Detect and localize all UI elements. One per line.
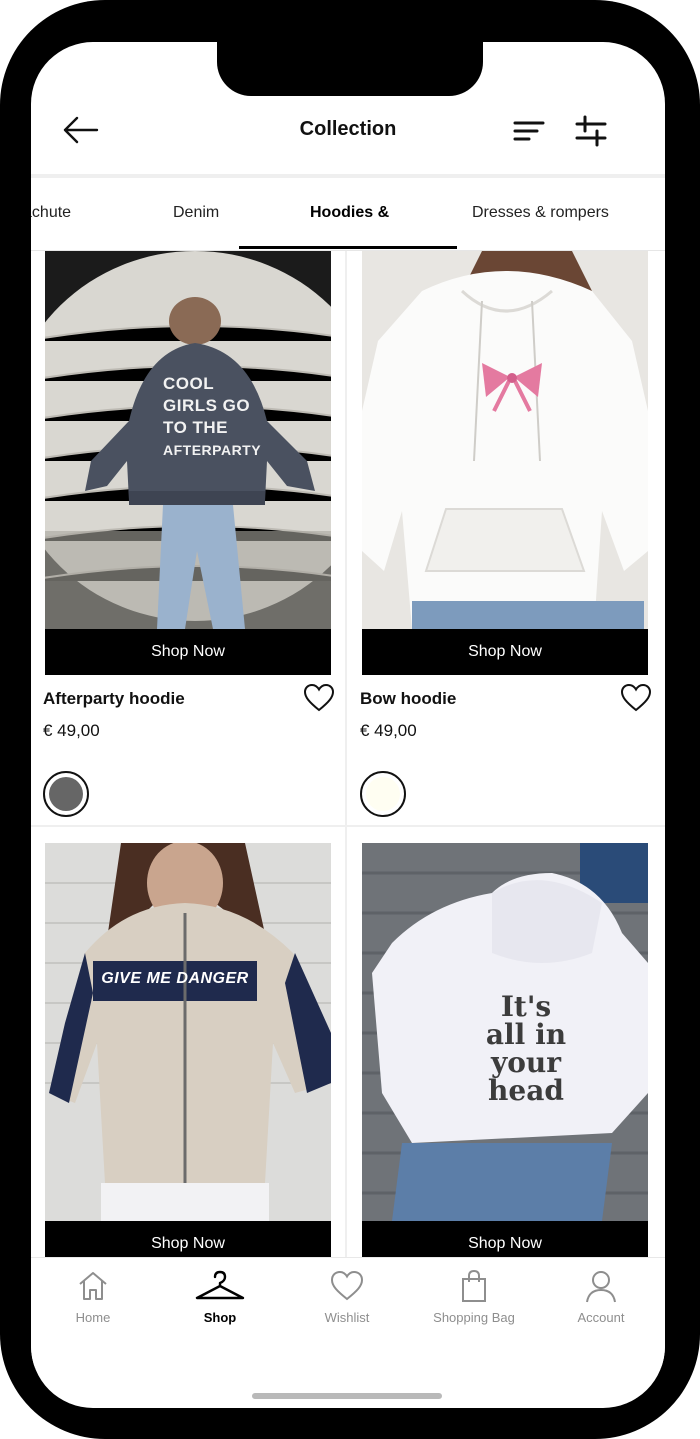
nav-label: Account bbox=[577, 1310, 625, 1325]
phone-frame: Collection & Parachute Denim bbox=[0, 0, 700, 1439]
product-image[interactable]: COOL GIRLS GO TO THE AFTERPARTY bbox=[45, 251, 331, 629]
filter-button[interactable] bbox=[573, 114, 609, 148]
print-text: all in bbox=[485, 1018, 567, 1051]
color-swatch[interactable] bbox=[360, 771, 406, 817]
heart-icon bbox=[330, 1270, 364, 1301]
category-tabs: & Parachute Denim Hoodies & Dresses & ro… bbox=[31, 178, 665, 250]
tab-label: Dresses & rompers bbox=[472, 204, 609, 221]
active-tab-indicator bbox=[239, 246, 457, 249]
tab-cargo-parachute[interactable]: & Parachute bbox=[31, 204, 71, 222]
screen: Collection & Parachute Denim bbox=[31, 42, 665, 1408]
print-text: GIVE ME DANGER bbox=[101, 970, 249, 987]
sliders-icon bbox=[575, 115, 607, 147]
product-price: € 49,00 bbox=[360, 721, 417, 740]
tab-label: & Parachute bbox=[31, 204, 72, 221]
user-icon bbox=[586, 1271, 616, 1303]
product-grid: COOL GIRLS GO TO THE AFTERPARTY Shop Now… bbox=[31, 251, 665, 1257]
heart-icon bbox=[620, 683, 652, 712]
product-image[interactable]: It's all in your head bbox=[362, 843, 648, 1221]
product-image[interactable]: GIVE ME DANGER bbox=[45, 843, 331, 1221]
hanger-icon bbox=[195, 1270, 245, 1300]
nav-item-shopping-bag[interactable]: Shopping Bag bbox=[414, 1268, 534, 1325]
shop-now-button[interactable]: Shop Now bbox=[45, 629, 331, 675]
print-text: GIRLS GO bbox=[163, 396, 251, 415]
shopping-bag-icon bbox=[462, 1269, 486, 1302]
print-text: your bbox=[490, 1046, 562, 1079]
wishlist-button[interactable] bbox=[620, 683, 652, 713]
product-price: € 49,00 bbox=[43, 721, 100, 740]
print-text: AFTERPARTY bbox=[163, 442, 262, 458]
tab-label: Denim bbox=[173, 204, 220, 221]
shop-now-button[interactable]: Shop Now bbox=[362, 629, 648, 675]
tab-denim[interactable]: Denim bbox=[173, 204, 219, 222]
home-icon bbox=[79, 1272, 107, 1300]
product-image[interactable] bbox=[362, 251, 648, 629]
swatch-color bbox=[49, 777, 83, 811]
nav-label: Home bbox=[75, 1310, 111, 1325]
nav-item-wishlist[interactable]: Wishlist bbox=[287, 1268, 407, 1325]
nav-label: Wishlist bbox=[324, 1310, 370, 1325]
print-text: head bbox=[488, 1074, 564, 1107]
tab-hoodies[interactable]: Hoodies & bbox=[310, 204, 389, 222]
nav-item-home[interactable]: Home bbox=[33, 1268, 153, 1325]
shop-now-button[interactable]: Shop Now bbox=[362, 1221, 648, 1257]
heart-icon bbox=[303, 683, 335, 712]
shop-now-button[interactable]: Shop Now bbox=[45, 1221, 331, 1257]
print-text: COOL bbox=[163, 374, 215, 393]
tab-label: Hoodies & bbox=[310, 204, 390, 221]
column-divider bbox=[345, 251, 347, 1257]
sort-button[interactable] bbox=[511, 114, 547, 148]
notch bbox=[217, 42, 483, 96]
bottom-navigation: Home Shop Wishlist Shopping Bag Account bbox=[31, 1257, 665, 1368]
nav-label: Shop bbox=[203, 1310, 237, 1325]
color-swatch[interactable] bbox=[43, 771, 89, 817]
header: Collection bbox=[31, 96, 665, 174]
print-text: TO THE bbox=[163, 418, 229, 437]
sort-icon bbox=[513, 121, 545, 141]
row-divider bbox=[31, 825, 665, 827]
swatch-color bbox=[366, 777, 400, 811]
nav-item-account[interactable]: Account bbox=[541, 1268, 661, 1325]
home-indicator bbox=[252, 1393, 442, 1399]
wishlist-button[interactable] bbox=[303, 683, 335, 713]
print-text: It's bbox=[500, 990, 552, 1023]
product-name[interactable]: Bow hoodie bbox=[360, 689, 456, 709]
nav-item-shop[interactable]: Shop bbox=[160, 1268, 280, 1325]
tab-dresses-rompers[interactable]: Dresses & rompers bbox=[472, 204, 609, 222]
nav-label: Shopping Bag bbox=[433, 1310, 515, 1325]
page-title: Collection bbox=[299, 118, 397, 140]
product-name[interactable]: Afterparty hoodie bbox=[43, 689, 185, 709]
